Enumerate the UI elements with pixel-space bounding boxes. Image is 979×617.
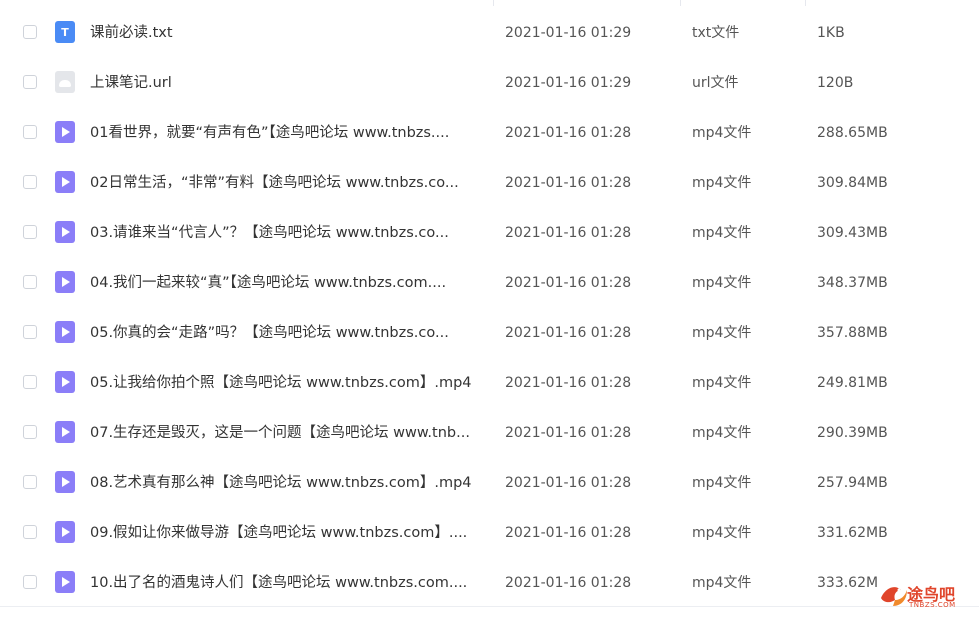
file-row[interactable]: 09.假如让你来做导游【途鸟吧论坛 www.tnbzs.com】.... 2021…: [0, 508, 979, 558]
video-file-icon: [55, 421, 75, 443]
file-list: T 课前必读.txt 2021-01-16 01:29 txt文件 1KB 上课笔记.ur…: [0, 8, 979, 608]
file-name[interactable]: 上课笔记.url: [90, 58, 485, 108]
file-name[interactable]: 08.艺术真有那么神【途鸟吧论坛 www.tnbzs.com】.mp4: [90, 458, 485, 508]
txt-glyph: T: [61, 25, 69, 39]
video-file-icon: [55, 521, 75, 543]
watermark-subtitle: TNBZS.COM: [909, 601, 956, 609]
file-name[interactable]: 04.我们一起来较“真”【途鸟吧论坛 www.tnbzs.com....: [90, 258, 485, 308]
file-type: mp4文件: [692, 575, 752, 591]
file-name[interactable]: 07.生存还是毁灭，这是一个问题【途鸟吧论坛 www.tnb...: [90, 408, 485, 458]
row-checkbox[interactable]: [23, 275, 37, 289]
file-row[interactable]: 04.我们一起来较“真”【途鸟吧论坛 www.tnbzs.com.... 2021…: [0, 258, 979, 308]
file-size: 120B: [817, 75, 854, 91]
row-checkbox[interactable]: [23, 375, 37, 389]
video-file-icon: [55, 171, 75, 193]
modified-date: 2021-01-16 01:28: [505, 275, 632, 291]
watermark-logo: 途鸟吧 TNBZS.COM: [877, 578, 975, 614]
modified-date: 2021-01-16 01:28: [505, 175, 632, 191]
file-row[interactable]: 02日常生活，“非常”有料【途鸟吧论坛 www.tnbzs.co... 2021-…: [0, 158, 979, 208]
file-type: mp4文件: [692, 125, 752, 141]
file-size: 331.62MB: [817, 525, 888, 541]
file-row[interactable]: 05.让我给你拍个照【途鸟吧论坛 www.tnbzs.com】.mp4 2021-…: [0, 358, 979, 408]
modified-date: 2021-01-16 01:28: [505, 475, 632, 491]
file-size: 348.37MB: [817, 275, 888, 291]
text-file-icon: T: [55, 21, 75, 43]
row-checkbox[interactable]: [23, 225, 37, 239]
link-file-icon: [55, 71, 75, 93]
file-row[interactable]: 上课笔记.url 2021-01-16 01:29 url文件 120B: [0, 58, 979, 108]
modified-date: 2021-01-16 01:29: [505, 25, 632, 41]
file-size: 309.84MB: [817, 175, 888, 191]
column-header-dividers: [0, 0, 979, 6]
modified-date: 2021-01-16 01:29: [505, 75, 632, 91]
file-name[interactable]: 03.请谁来当“代言人”？【途鸟吧论坛 www.tnbzs.co...: [90, 208, 485, 258]
modified-date: 2021-01-16 01:28: [505, 375, 632, 391]
file-type: mp4文件: [692, 525, 752, 541]
video-file-icon: [55, 471, 75, 493]
file-name[interactable]: 05.让我给你拍个照【途鸟吧论坛 www.tnbzs.com】.mp4: [90, 358, 485, 408]
modified-date: 2021-01-16 01:28: [505, 325, 632, 341]
file-size: 357.88MB: [817, 325, 888, 341]
file-size: 290.39MB: [817, 425, 888, 441]
file-type: mp4文件: [692, 275, 752, 291]
modified-date: 2021-01-16 01:28: [505, 225, 632, 241]
file-type: mp4文件: [692, 175, 752, 191]
list-bottom-border: [0, 606, 979, 607]
file-name[interactable]: 课前必读.txt: [90, 8, 485, 58]
row-checkbox[interactable]: [23, 525, 37, 539]
file-row[interactable]: 07.生存还是毁灭，这是一个问题【途鸟吧论坛 www.tnb... 2021-01…: [0, 408, 979, 458]
file-name[interactable]: 10.出了名的酒鬼诗人们【途鸟吧论坛 www.tnbzs.com....: [90, 558, 485, 608]
modified-date: 2021-01-16 01:28: [505, 425, 632, 441]
file-type: mp4文件: [692, 375, 752, 391]
file-size: 333.62M: [817, 575, 879, 591]
file-type: mp4文件: [692, 325, 752, 341]
file-size: 249.81MB: [817, 375, 888, 391]
video-file-icon: [55, 271, 75, 293]
file-name[interactable]: 01看世界，就要“有声有色”【途鸟吧论坛 www.tnbzs....: [90, 108, 485, 158]
modified-date: 2021-01-16 01:28: [505, 575, 632, 591]
file-type: mp4文件: [692, 475, 752, 491]
file-size: 309.43MB: [817, 225, 888, 241]
video-file-icon: [55, 571, 75, 593]
file-name[interactable]: 05.你真的会“走路”吗？【途鸟吧论坛 www.tnbzs.co...: [90, 308, 485, 358]
video-file-icon: [55, 371, 75, 393]
video-file-icon: [55, 221, 75, 243]
file-row[interactable]: T 课前必读.txt 2021-01-16 01:29 txt文件 1KB: [0, 8, 979, 58]
file-type: mp4文件: [692, 225, 752, 241]
file-size: 257.94MB: [817, 475, 888, 491]
row-checkbox[interactable]: [23, 425, 37, 439]
row-checkbox[interactable]: [23, 125, 37, 139]
video-file-icon: [55, 121, 75, 143]
file-size: 288.65MB: [817, 125, 888, 141]
video-file-icon: [55, 321, 75, 343]
file-size: 1KB: [817, 25, 845, 41]
file-name[interactable]: 09.假如让你来做导游【途鸟吧论坛 www.tnbzs.com】....: [90, 508, 485, 558]
file-name[interactable]: 02日常生活，“非常”有料【途鸟吧论坛 www.tnbzs.co...: [90, 158, 485, 208]
file-type: txt文件: [692, 25, 740, 41]
modified-date: 2021-01-16 01:28: [505, 125, 632, 141]
row-checkbox[interactable]: [23, 325, 37, 339]
file-type: url文件: [692, 75, 739, 91]
file-row[interactable]: 01看世界，就要“有声有色”【途鸟吧论坛 www.tnbzs.... 2021-0…: [0, 108, 979, 158]
row-checkbox[interactable]: [23, 75, 37, 89]
file-type: mp4文件: [692, 425, 752, 441]
row-checkbox[interactable]: [23, 25, 37, 39]
file-row[interactable]: 08.艺术真有那么神【途鸟吧论坛 www.tnbzs.com】.mp4 2021-…: [0, 458, 979, 508]
row-checkbox[interactable]: [23, 175, 37, 189]
row-checkbox[interactable]: [23, 575, 37, 589]
modified-date: 2021-01-16 01:28: [505, 525, 632, 541]
file-row[interactable]: 05.你真的会“走路”吗？【途鸟吧论坛 www.tnbzs.co... 2021-…: [0, 308, 979, 358]
bird-logo-icon: [881, 587, 907, 606]
row-checkbox[interactable]: [23, 475, 37, 489]
file-row[interactable]: 10.出了名的酒鬼诗人们【途鸟吧论坛 www.tnbzs.com.... 2021…: [0, 558, 979, 608]
file-row[interactable]: 03.请谁来当“代言人”？【途鸟吧论坛 www.tnbzs.co... 2021-…: [0, 208, 979, 258]
